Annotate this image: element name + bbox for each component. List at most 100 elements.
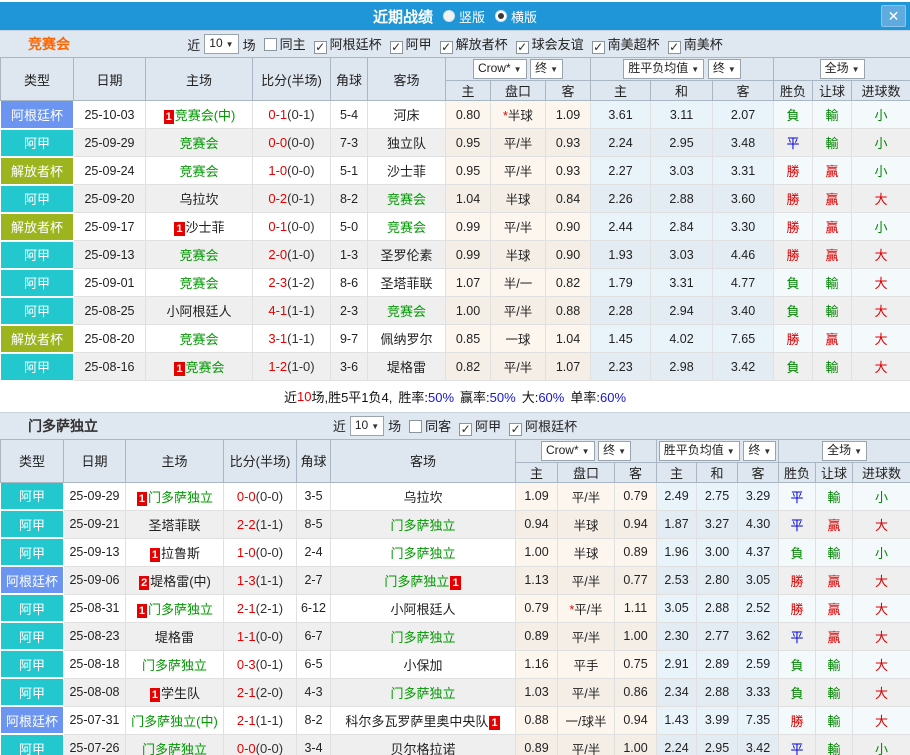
filter-checkbox-same-venue[interactable] — [409, 419, 423, 433]
filter-checkbox-league[interactable]: ✓ — [591, 41, 605, 54]
handicap-line-cell: 半球 — [490, 184, 546, 213]
odds-final-select[interactable]: 终 ▼ — [598, 440, 632, 461]
corner-cell: 8-2 — [296, 705, 331, 735]
corner-cell: 5-1 — [330, 156, 368, 185]
filter-checkbox-league[interactable]: ✓ — [459, 422, 473, 436]
filter-checkbox-league-label[interactable]: 球会友谊 — [532, 37, 584, 52]
odds-cell: 0.95 — [445, 128, 491, 157]
match-row: 阿甲 25-09-29 1 门多萨独立 0-0(0-0) 3-5 乌拉坎 1.09 平/半 0.7… — [0, 481, 910, 511]
text: (1-1) — [287, 303, 315, 318]
scope-select[interactable]: 全场 ▼ — [822, 440, 867, 461]
avg-odds-cell: 7.35 — [737, 705, 780, 735]
odds-cell: 0.88 — [544, 296, 592, 325]
odds-cell: 0.82 — [445, 352, 491, 381]
filter-checkbox-league-label[interactable]: 南美杯 — [684, 37, 723, 52]
filter-checkbox-league-label[interactable]: 阿根廷杯 — [330, 37, 382, 52]
avg-odds-cell: 2.88 — [696, 677, 739, 707]
odds-cell: 0.84 — [544, 184, 592, 213]
filter-checkbox-league-label[interactable]: 南美超杯 — [608, 37, 660, 52]
goals-result-cell: 大 — [851, 184, 910, 213]
odds-final-select[interactable]: 终 ▼ — [530, 59, 564, 79]
col-header-odds-home: 主 — [445, 80, 491, 101]
filter-checkbox-league[interactable]: ✓ — [389, 41, 403, 54]
home-team-cell: 小阿根廷人 — [145, 296, 253, 325]
handicap-result-cell: 輸 — [815, 649, 854, 679]
score-cell: 1-3(1-1) — [223, 565, 297, 595]
filter-checkbox-league-label[interactable]: 阿根廷杯 — [525, 419, 577, 434]
home-team-cell: 竞赛会 — [145, 128, 253, 157]
filter-checkbox-league-label[interactable]: 解放者杯 — [456, 37, 508, 52]
handicap-line-cell: 平/半 — [557, 565, 615, 595]
team-label: 河床 — [393, 108, 420, 123]
radio-horizontal-label[interactable]: 横版 — [511, 7, 537, 26]
result-cell: 平 — [773, 128, 814, 157]
avg-odds-cell: 3.33 — [737, 677, 780, 707]
col-header-odds-away: 客 — [544, 80, 592, 101]
avg-odds-cell: 1.93 — [590, 240, 652, 269]
goals-result-cell: 小 — [852, 733, 910, 755]
odds-company-select[interactable]: Crow* ▼ — [472, 59, 527, 79]
goals-result-cell: 大 — [852, 705, 910, 735]
match-date-cell: 25-08-25 — [73, 296, 146, 325]
rank-badge: 2 — [139, 575, 150, 590]
col-header-avg-away: 客 — [712, 80, 775, 101]
filter-checkbox-same-venue-label[interactable]: 同主 — [280, 37, 306, 52]
match-date-cell: 25-08-16 — [73, 352, 146, 381]
result-cell: 勝 — [778, 565, 817, 595]
goals-result-cell: 大 — [852, 677, 910, 707]
match-count-select[interactable]: 10 ▼ — [204, 34, 239, 54]
close-icon[interactable]: ✕ — [881, 5, 906, 27]
team-label: 沙士菲 — [386, 164, 426, 179]
match-count-select[interactable]: 10 ▼ — [349, 415, 385, 436]
home-team-cell: 圣塔菲联 — [125, 509, 224, 539]
result-cell: 勝 — [773, 156, 814, 185]
filter-checkbox-league[interactable]: ✓ — [439, 41, 453, 54]
handicap-line-cell: 平/半 — [490, 296, 546, 325]
filter-checkbox-league-label[interactable]: 阿甲 — [406, 37, 432, 52]
odds-company-select[interactable]: Crow* ▼ — [540, 440, 595, 461]
scope-select[interactable]: 全场 ▼ — [819, 59, 865, 79]
filter-checkbox-league[interactable]: ✓ — [667, 41, 681, 54]
filter-checkbox-league-label[interactable]: 阿甲 — [475, 419, 501, 434]
odds-cell: 0.93 — [544, 156, 592, 185]
result-cell: 平 — [778, 733, 817, 755]
text: (0-1) — [287, 107, 315, 122]
avg-odds-select[interactable]: 胜平负均值 ▼ — [623, 59, 705, 79]
score-cell: 2-1(2-1) — [223, 593, 297, 623]
goals-result-cell: 大 — [852, 621, 910, 651]
avg-odds-cell: 3.99 — [696, 705, 739, 735]
avg-odds-cell: 3.42 — [712, 352, 775, 381]
chevron-down-icon: ▼ — [618, 446, 627, 456]
filter-checkbox-league[interactable]: ✓ — [515, 41, 529, 54]
odds-cell: 0.94 — [515, 509, 558, 539]
col-header-type: 类型 — [0, 438, 64, 483]
filter-checkbox-same-venue[interactable] — [263, 38, 277, 51]
result-cell: 負 — [778, 537, 817, 567]
radio-vertical-layout[interactable] — [442, 10, 455, 22]
avg-odds-cell: 2.34 — [656, 677, 698, 707]
team2-name: 门多萨独立 — [28, 417, 98, 434]
avg-final-select[interactable]: 终 ▼ — [707, 59, 741, 79]
handicap-result-cell: 輸 — [815, 677, 854, 707]
avg-odds-select[interactable]: 胜平负均值 ▼ — [658, 440, 740, 461]
text: (0-0) — [255, 628, 284, 644]
avg-odds-cell: 4.30 — [737, 509, 780, 539]
handicap-line-cell: 平/半 — [490, 128, 546, 157]
league-type-cell: 阿甲 — [0, 481, 64, 511]
home-team-cell: 1 沙士菲 — [145, 212, 253, 241]
odds-cell: 0.79 — [515, 593, 558, 623]
avg-final-select[interactable]: 终 ▼ — [743, 440, 777, 461]
team-label: 门多萨独立 — [390, 517, 456, 533]
radio-horizontal-layout[interactable] — [495, 10, 507, 22]
filter-checkbox-league[interactable]: ✓ — [509, 422, 523, 436]
odds-cell: 0.80 — [445, 100, 491, 129]
league-type-cell: 阿甲 — [0, 509, 64, 539]
corner-cell: 3-5 — [296, 481, 331, 511]
handicap-line-cell: 平手 — [557, 649, 615, 679]
corner-cell: 6-5 — [296, 649, 331, 679]
filter-checkbox-league[interactable]: ✓ — [313, 41, 327, 54]
radio-vertical-label[interactable]: 竖版 — [459, 7, 485, 26]
filter-checkbox-same-venue-label[interactable]: 同客 — [425, 419, 451, 434]
corner-cell: 2-7 — [296, 565, 331, 595]
col-header-corner: 角球 — [330, 57, 368, 101]
